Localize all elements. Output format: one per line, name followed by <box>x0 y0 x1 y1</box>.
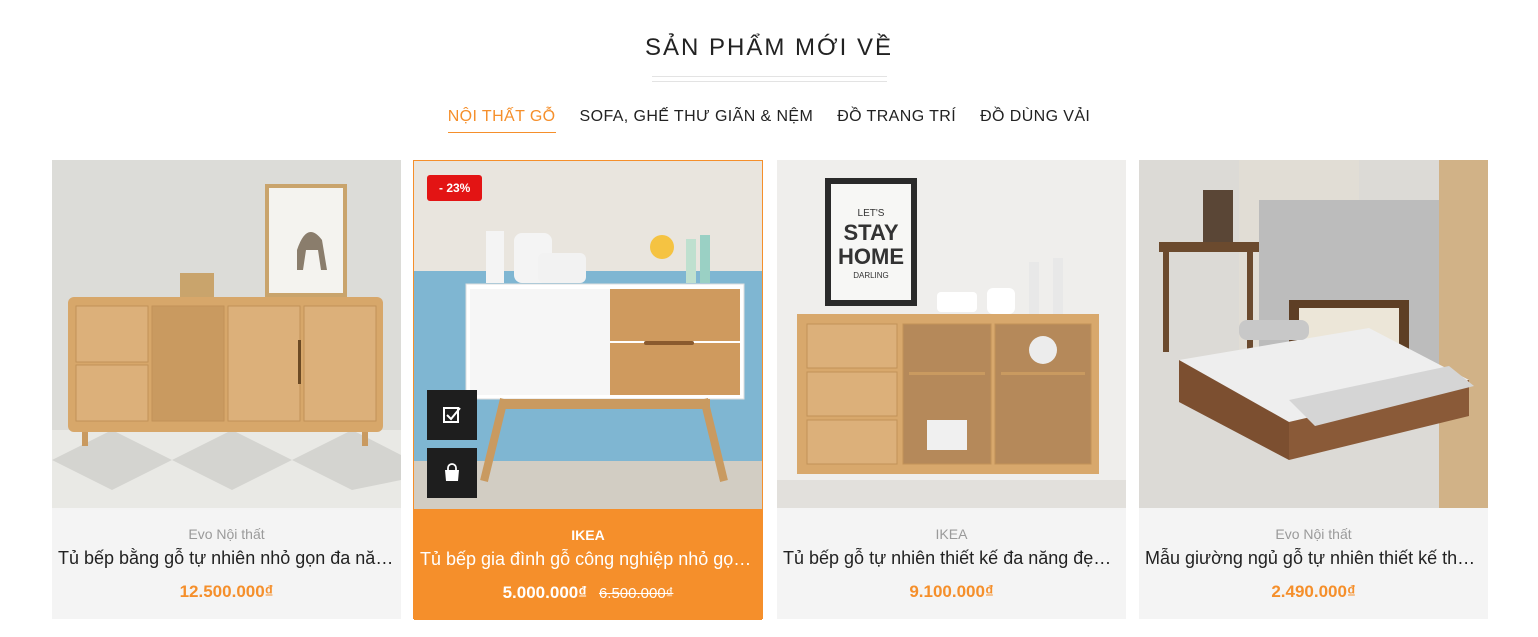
product-price: 2.490.000₫ <box>1271 582 1356 601</box>
product-brand: IKEA <box>935 526 968 542</box>
price-row: 12.500.000₫ <box>52 582 401 602</box>
product-info: IKEA Tủ bếp gia đình gỗ công nghiệp nhỏ … <box>414 509 762 620</box>
product-name[interactable]: Tủ bếp gỗ tự nhiên thiết kế đa năng đẹp … <box>783 548 1120 569</box>
price-row: 5.000.000₫ 6.500.000₫ <box>414 583 762 603</box>
price-row: 2.490.000₫ <box>1139 582 1488 602</box>
product-image[interactable] <box>52 160 401 508</box>
tab-do-dung-vai[interactable]: ĐỒ DÙNG VẢI <box>980 108 1090 133</box>
compare-button[interactable] <box>427 390 477 440</box>
product-brand: Evo Nội thất <box>188 526 265 542</box>
product-brand: Evo Nội thất <box>1275 526 1352 542</box>
check-square-icon <box>443 407 461 423</box>
product-name[interactable]: Mẫu giường ngủ gỗ tự nhiên thiết kế thôn… <box>1145 548 1482 569</box>
product-name[interactable]: Tủ bếp gia đình gỗ công nghiệp nhỏ gọn t… <box>420 549 757 570</box>
add-to-cart-button[interactable] <box>427 448 477 498</box>
product-image[interactable] <box>1139 160 1488 508</box>
svg-text:HOME: HOME <box>838 244 904 269</box>
product-price: 12.500.000₫ <box>179 582 274 601</box>
product-info: IKEA Tủ bếp gỗ tự nhiên thiết kế đa năng… <box>777 508 1126 619</box>
product-card[interactable]: LET'S STAY HOME DARLING IKEA Tủ bếp gỗ t… <box>777 160 1126 619</box>
product-card[interactable]: Evo Nội thất Tủ bếp bằng gỗ tự nhiên nhỏ… <box>52 160 401 619</box>
tab-do-trang-tri[interactable]: ĐỒ TRANG TRÍ <box>837 108 956 133</box>
tab-sofa-ghe-nem[interactable]: SOFA, GHẾ THƯ GIÃN & NỆM <box>580 108 814 133</box>
svg-text:DARLING: DARLING <box>853 271 889 280</box>
product-card-active[interactable]: - 23% IKEA Tủ bếp gia đình gỗ công nghiệ… <box>413 160 763 620</box>
product-info: Evo Nội thất Mẫu giường ngủ gỗ tự nhiên … <box>1139 508 1488 619</box>
discount-badge: - 23% <box>427 175 483 201</box>
price-row: 9.100.000₫ <box>777 582 1126 602</box>
product-old-price: 6.500.000₫ <box>598 585 674 602</box>
svg-text:LET'S: LET'S <box>858 208 885 219</box>
product-name[interactable]: Tủ bếp bằng gỗ tự nhiên nhỏ gọn đa năng … <box>58 548 395 569</box>
title-underline <box>652 76 887 77</box>
product-info: Evo Nội thất Tủ bếp bằng gỗ tự nhiên nhỏ… <box>52 508 401 619</box>
product-image[interactable]: - 23% <box>414 161 762 509</box>
product-price: 9.100.000₫ <box>909 582 994 601</box>
tab-noi-that-go[interactable]: NỘI THẤT GỖ <box>447 108 556 133</box>
product-card[interactable]: Evo Nội thất Mẫu giường ngủ gỗ tự nhiên … <box>1139 160 1488 619</box>
category-tabs: NỘI THẤT GỖ SOFA, GHẾ THƯ GIÃN & NỆM ĐỒ … <box>0 108 1538 133</box>
svg-text:STAY: STAY <box>843 220 898 245</box>
title-underline-secondary <box>652 81 887 82</box>
product-price: 5.000.000₫ <box>502 583 587 602</box>
section-title: SẢN PHẨM MỚI VỀ <box>645 34 893 61</box>
product-brand: IKEA <box>571 527 605 543</box>
shopping-bag-icon <box>445 463 459 481</box>
product-image[interactable]: LET'S STAY HOME DARLING <box>777 160 1126 508</box>
